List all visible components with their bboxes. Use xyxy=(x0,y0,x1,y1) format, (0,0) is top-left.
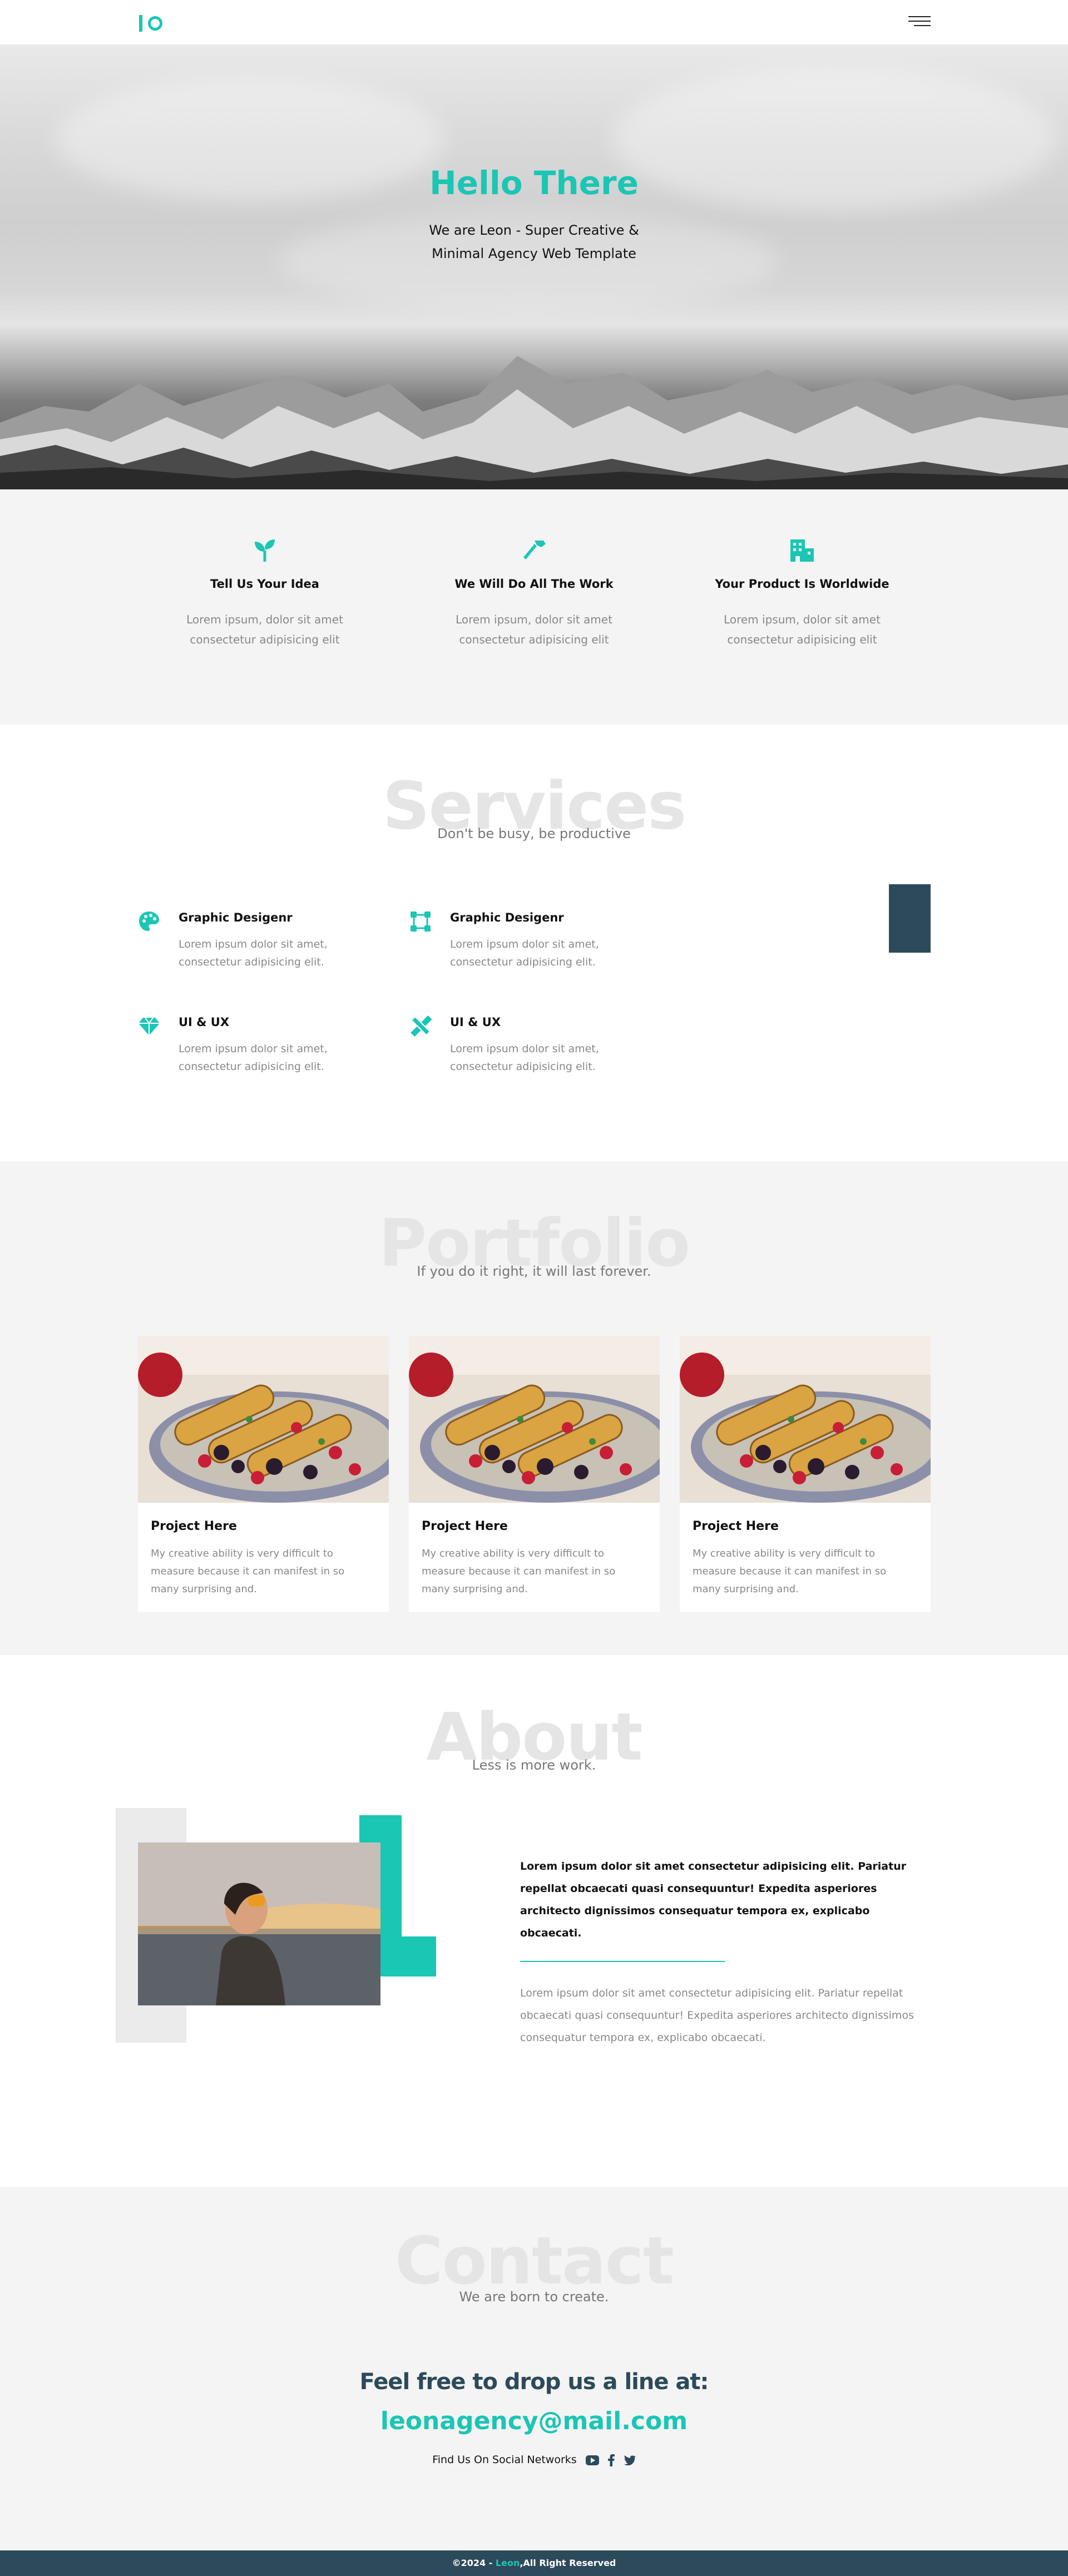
site-header xyxy=(0,0,1068,44)
pencil-ruler-icon xyxy=(411,1015,432,1037)
social-row: Find Us On Social Networks xyxy=(0,2454,1068,2466)
feature-title: Your Product Is Worldwide xyxy=(715,577,889,591)
footer-brand-link[interactable]: Leon xyxy=(496,2558,520,2568)
social-label: Find Us On Social Networks xyxy=(432,2454,577,2466)
portfolio-card[interactable]: Project Here My creative ability is very… xyxy=(680,1336,931,1612)
service-text: Lorem ipsum dolor sit amet, consectetur a… xyxy=(450,1043,599,1073)
hamburger-menu-icon[interactable] xyxy=(908,14,931,28)
site-footer: ©2024 - Leon,All Right Reserved xyxy=(0,2550,1068,2576)
service-text: Lorem ipsum dolor sit amet, consectetur a… xyxy=(179,1043,328,1073)
service-text: Lorem ipsum dolor sit amet, consectetur a… xyxy=(450,938,599,968)
hero-subtitle-line: We are Leon - Super Creative & xyxy=(429,222,639,238)
decorative-block xyxy=(889,884,931,953)
feature-title: We Will Do All The Work xyxy=(454,577,614,591)
footer-suffix: ,All Right Reserved xyxy=(520,2558,616,2568)
hero-title: Hello There xyxy=(429,164,639,202)
feature-title: Tell Us Your Idea xyxy=(210,577,319,591)
feature-work: We Will Do All The Work Lorem ipsum, dol… xyxy=(439,536,629,650)
project-image xyxy=(680,1336,931,1503)
feature-idea: Tell Us Your Idea Lorem ipsum, dolor sit… xyxy=(170,536,359,650)
twitter-icon[interactable] xyxy=(624,2455,636,2465)
service-text: Lorem ipsum dolor sit amet, consectetur a… xyxy=(179,938,328,968)
building-icon xyxy=(790,539,814,562)
footer-prefix: ©2024 - xyxy=(452,2558,496,2568)
bezier-square-icon xyxy=(411,911,431,932)
hero-section xyxy=(0,44,1068,489)
portfolio-card[interactable]: Project Here My creative ability is very… xyxy=(409,1336,660,1612)
feature-text: Lorem ipsum, dolor sit amet consectetur a… xyxy=(456,613,612,646)
contact-subtitle: We are born to create. xyxy=(459,2289,609,2305)
service-title: Graphic Desigenr xyxy=(450,911,564,924)
seedling-icon xyxy=(255,539,275,562)
divider xyxy=(520,1961,725,1962)
hero-subtitle: We are Leon - Super Creative & Minimal A… xyxy=(0,219,1068,265)
gem-icon xyxy=(139,1017,160,1036)
service-title: UI & UX xyxy=(450,1015,501,1029)
hammer-icon xyxy=(523,541,546,559)
youtube-icon[interactable] xyxy=(585,2455,599,2465)
feature-worldwide: Your Product Is Worldwide Lorem ipsum, d… xyxy=(708,536,897,650)
project-title: Project Here xyxy=(693,1519,779,1533)
contact-bg-title: Contact xyxy=(394,2222,674,2299)
about-photo xyxy=(138,1842,380,2005)
mountains-image xyxy=(0,356,1068,489)
facebook-icon[interactable] xyxy=(607,2454,615,2466)
service-title: Graphic Desigenr xyxy=(179,911,293,924)
contact-heading: Feel free to drop us a line at: xyxy=(359,2369,709,2395)
hero-subtitle-line: Minimal Agency Web Template xyxy=(432,246,636,261)
project-text: My creative ability is very difficult to… xyxy=(693,1548,887,1595)
project-text: My creative ability is very difficult to… xyxy=(422,1548,616,1595)
project-image xyxy=(409,1336,660,1503)
project-text: My creative ability is very difficult to… xyxy=(151,1548,345,1595)
project-title: Project Here xyxy=(151,1519,237,1533)
feature-text: Lorem ipsum, dolor sit amet consectetur a… xyxy=(724,613,881,646)
project-image xyxy=(138,1336,389,1503)
project-title: Project Here xyxy=(422,1519,508,1533)
portfolio-subtitle: If you do it right, it will last forever… xyxy=(417,1264,651,1279)
palette-icon xyxy=(139,911,159,931)
about-subtitle: Less is more work. xyxy=(472,1757,596,1773)
portfolio-card[interactable]: Project Here My creative ability is very… xyxy=(138,1336,389,1612)
lo-logo-icon[interactable] xyxy=(139,11,162,34)
about-text: Lorem ipsum dolor sit amet consectetur a… xyxy=(520,1987,914,2044)
service-title: UI & UX xyxy=(179,1015,230,1029)
services-subtitle: Don't be busy, be productive xyxy=(437,826,631,841)
contact-email-link[interactable]: leonagency@mail.com xyxy=(0,2407,1068,2435)
about-bold-text: Lorem ipsum dolor sit amet consectetur a… xyxy=(520,1860,907,1939)
feature-text: Lorem ipsum, dolor sit amet consectetur a… xyxy=(186,613,343,646)
